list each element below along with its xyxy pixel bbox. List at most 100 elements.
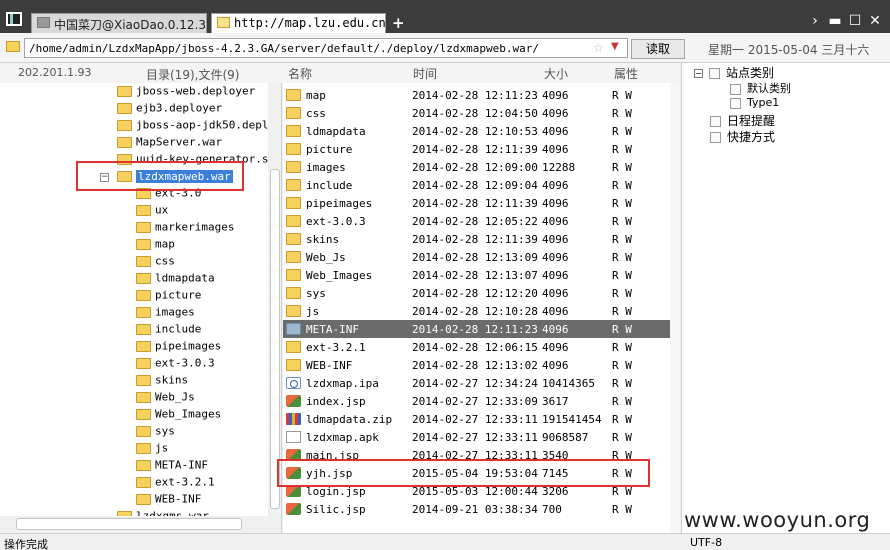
tree-item[interactable]: ext-3.0.3	[136, 356, 215, 373]
table-row[interactable]: index.jsp 2014-02-27 12:33:09 3617 R W	[283, 392, 670, 410]
chevron-down-icon[interactable]: ▼	[611, 41, 619, 52]
table-row[interactable]: map 2014-02-28 12:11:23 4096 R W	[283, 86, 670, 104]
tree-item[interactable]: MapServer.war	[117, 135, 222, 152]
column-header-name[interactable]: 名称	[288, 65, 312, 82]
table-row[interactable]: css 2014-02-28 12:04:50 4096 R W	[283, 104, 670, 122]
new-tab-button[interactable]: +	[392, 14, 405, 32]
schedule-node[interactable]: 日程提醒	[710, 112, 775, 129]
default-category-node[interactable]: 默认类别	[730, 80, 791, 96]
tree-item[interactable]: include	[136, 322, 201, 339]
file-name: WEB-INF	[306, 359, 353, 372]
close-icon[interactable]: ✕	[866, 13, 884, 29]
tree-item[interactable]: ldmapdata	[136, 271, 215, 288]
table-row[interactable]: lzdxmap.apk 2014-02-27 12:33:11 9068587 R W	[283, 428, 670, 446]
tree-item[interactable]: map	[136, 237, 175, 254]
tree-item[interactable]: ux	[136, 203, 168, 220]
star-icon[interactable]: ☆	[593, 41, 604, 55]
folder-icon	[286, 161, 301, 173]
file-name: lzdxmap.ipa	[306, 377, 379, 390]
file-name: login.jsp	[306, 485, 366, 498]
file-attr: R W	[612, 287, 632, 300]
scroll-thumb[interactable]	[270, 169, 280, 509]
file-attr: R W	[612, 395, 632, 408]
scroll-thumb[interactable]	[16, 518, 242, 530]
table-row[interactable]: include 2014-02-28 12:09:04 4096 R W	[283, 176, 670, 194]
table-row[interactable]: META-INF 2014-02-28 12:11:23 4096 R W	[283, 320, 670, 338]
file-attr: R W	[612, 413, 632, 426]
file-time: 2014-02-28 12:04:50	[412, 107, 538, 120]
table-row[interactable]: sys 2014-02-28 12:12:20 4096 R W	[283, 284, 670, 302]
table-row[interactable]: js 2014-02-28 12:10:28 4096 R W	[283, 302, 670, 320]
minimize-icon[interactable]: ▬	[826, 13, 844, 29]
collapse-icon[interactable]: −	[100, 173, 109, 182]
tree-item[interactable]: META-INF	[136, 458, 208, 475]
tree-item[interactable]: ext-3.0	[136, 186, 201, 203]
tree-item[interactable]: jboss-web.deployer	[117, 84, 255, 101]
table-row[interactable]: ext-3.0.3 2014-02-28 12:05:22 4096 R W	[283, 212, 670, 230]
tree-item[interactable]: Web_Images	[136, 407, 221, 424]
tree-item[interactable]: pipeimages	[136, 339, 221, 356]
tree-item[interactable]: js	[136, 441, 168, 458]
file-time: 2014-02-28 12:13:07	[412, 269, 538, 282]
table-row[interactable]: ldmapdata.zip 2014-02-27 12:33:11 19154145…	[283, 410, 670, 428]
tree-vertical-scrollbar[interactable]	[268, 83, 281, 516]
folder-icon	[136, 238, 151, 250]
file-size: 4096	[542, 215, 569, 228]
tree-item[interactable]: css	[136, 254, 175, 271]
maximize-icon[interactable]: ☐	[846, 13, 864, 29]
table-row[interactable]: picture 2014-02-28 12:11:39 4096 R W	[283, 140, 670, 158]
folder-icon	[136, 408, 151, 420]
table-row[interactable]: pipeimages 2014-02-28 12:11:39 4096 R W	[283, 194, 670, 212]
tree-item[interactable]: picture	[136, 288, 201, 305]
tree-item[interactable]: sys	[136, 424, 175, 441]
folder-icon	[117, 102, 132, 114]
file-attr: R W	[612, 251, 632, 264]
file-list-scrollbar[interactable]	[670, 83, 680, 533]
table-row[interactable]: WEB-INF 2014-02-28 12:13:02 4096 R W	[283, 356, 670, 374]
table-row[interactable]: yjh.jsp 2015-05-04 19:53:04 7145 R W	[283, 464, 670, 482]
tree-item[interactable]: skins	[136, 373, 188, 390]
tree-item[interactable]: markerimages	[136, 220, 234, 237]
tree-horizontal-scrollbar[interactable]	[0, 516, 281, 533]
table-row[interactable]: images 2014-02-28 12:09:00 12288 R W	[283, 158, 670, 176]
table-row[interactable]: login.jsp 2015-05-03 12:00:44 3206 R W	[283, 482, 670, 500]
table-row[interactable]: Web_Images 2014-02-28 12:13:07 4096 R W	[283, 266, 670, 284]
column-header-time[interactable]: 时间	[413, 65, 437, 82]
table-row[interactable]: Silic.jsp 2014-09-21 03:38:34 700 R W	[283, 500, 670, 518]
file-time: 2015-05-03 12:00:44	[412, 485, 538, 498]
tree-item[interactable]: ejb3.deployer	[117, 101, 222, 118]
tree-item[interactable]: jboss-aop-jdk50.deploy	[117, 118, 281, 135]
folder-icon	[136, 221, 151, 233]
folder-icon	[286, 287, 301, 299]
path-input[interactable]	[24, 38, 628, 58]
tab-label: 中国菜刀@XiaoDao.0.12.30	[54, 18, 207, 32]
read-button[interactable]: 读取	[631, 39, 685, 59]
apk-file-icon	[286, 431, 301, 443]
column-header-attr[interactable]: 属性	[614, 65, 638, 82]
folder-icon	[136, 340, 151, 352]
tree-item[interactable]: ext-3.2.1	[136, 475, 215, 492]
tree-item[interactable]: uuid-key-generator.sar	[117, 152, 281, 169]
tree-item[interactable]: WEB-INF	[136, 492, 201, 509]
folder-icon	[286, 233, 301, 245]
tab-caidao[interactable]: 中国菜刀@XiaoDao.0.12.30	[31, 13, 207, 33]
table-row[interactable]: ldmapdata 2014-02-28 12:10:53 4096 R W	[283, 122, 670, 140]
type1-node[interactable]: Type1	[730, 96, 779, 109]
table-row[interactable]: ext-3.2.1 2014-02-28 12:06:15 4096 R W	[283, 338, 670, 356]
collapse-icon[interactable]: −	[694, 69, 703, 78]
shortcuts-node[interactable]: 快捷方式	[710, 128, 775, 145]
table-row[interactable]: skins 2014-02-28 12:11:39 4096 R W	[283, 230, 670, 248]
app-icon[interactable]	[6, 12, 22, 26]
table-row[interactable]: lzdxmap.ipa 2014-02-27 12:34:24 10414365 R …	[283, 374, 670, 392]
site-category-node[interactable]: − 站点类别	[694, 64, 774, 81]
table-row[interactable]: main.jsp 2014-02-27 12:33:11 3540 R W	[283, 446, 670, 464]
tree-item-selected[interactable]: lzdxmapweb.war	[117, 169, 233, 186]
tree-item[interactable]: Web_Js	[136, 390, 195, 407]
table-row[interactable]: Web_Js 2014-02-28 12:13:09 4096 R W	[283, 248, 670, 266]
file-attr: R W	[612, 89, 632, 102]
chevron-right-icon[interactable]: ›	[806, 13, 824, 29]
file-time: 2014-02-27 12:33:11	[412, 413, 538, 426]
tab-map-site[interactable]: http://map.lzu.edu.cn/...	[211, 13, 386, 33]
tree-item[interactable]: images	[136, 305, 195, 322]
column-header-size[interactable]: 大小	[544, 65, 568, 82]
